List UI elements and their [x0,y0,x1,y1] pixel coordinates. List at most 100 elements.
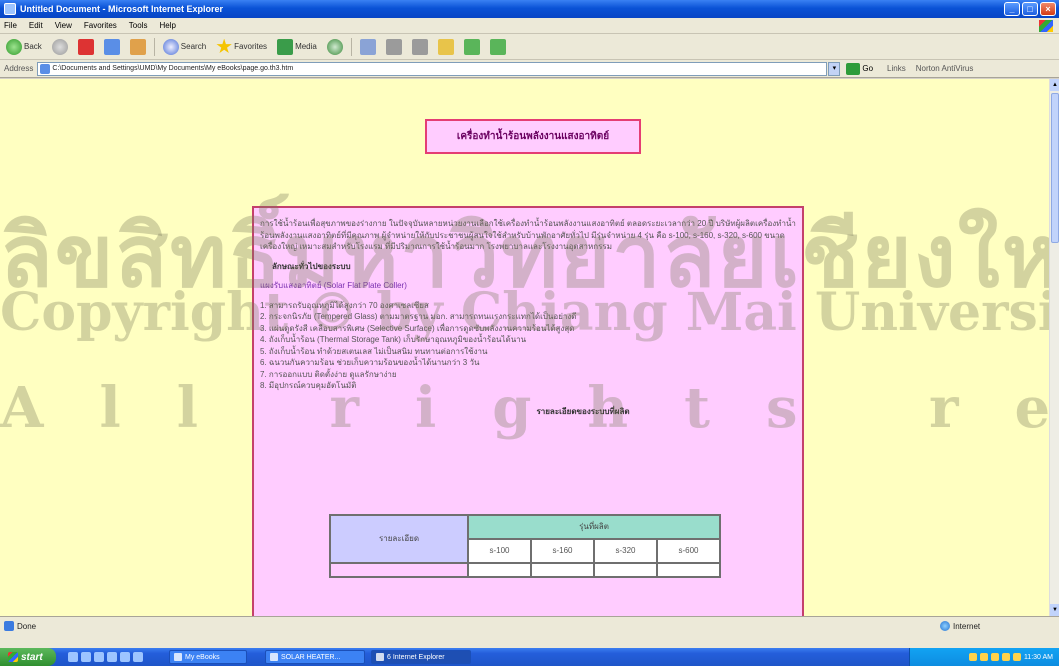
address-dropdown-button[interactable]: ▾ [828,61,841,76]
research-icon [463,38,480,55]
quick-launch-ie-icon[interactable] [68,652,78,662]
printer-icon [385,38,402,55]
page-icon [40,63,51,74]
refresh-icon [103,38,120,55]
favorites-button[interactable]: Favorites [214,37,269,57]
refresh-button[interactable] [102,37,122,57]
quick-launch-media-icon[interactable] [94,652,104,662]
history-icon [326,38,343,55]
edit-button[interactable] [410,37,430,57]
address-input[interactable]: C:\Documents and Settings\UMD\My Documen… [37,61,828,76]
edit-icon [411,38,428,55]
task-label: My eBooks [185,653,220,661]
row-header-cell: รายละเอียด [329,514,469,564]
quick-launch-word-icon[interactable] [120,652,130,662]
forward-button[interactable] [50,37,70,57]
back-button[interactable]: Back [4,37,44,57]
mail-button[interactable] [358,37,378,57]
media-icon [277,38,294,55]
folder-button[interactable] [436,37,456,57]
intro-paragraph: การใช้น้ำร้อนเพื่อสุขภาพของร่างกาย ในปัจ… [260,219,796,251]
media-button[interactable]: Media [275,37,319,57]
list-item: 4. ถังเก็บน้ำร้อน (Thermal Storage Tank)… [260,335,527,344]
scroll-up-button[interactable]: ▲ [1050,79,1059,91]
minimize-button[interactable]: _ [1004,2,1020,16]
address-label: Address [4,64,34,73]
links-button[interactable]: Links [887,64,906,73]
menu-view[interactable]: View [55,21,72,30]
go-arrow-icon [846,62,861,75]
vertical-scrollbar[interactable]: ▲ ▼ [1049,79,1059,616]
window-title: Untitled Document - Microsoft Internet E… [20,4,224,14]
norton-antivirus-button[interactable]: Norton AntiVirus [916,64,974,73]
menu-edit[interactable]: Edit [29,21,43,30]
sub-heading: แผงรับแสงอาทิตย์ (Solar Flat Plate Colle… [260,281,407,290]
address-bar: Address C:\Documents and Settings\UMD\My… [0,60,1059,78]
menu-help[interactable]: Help [159,21,175,30]
clock[interactable]: 11:30 AM [1024,654,1053,661]
search-label: Search [180,42,207,51]
task-button-document[interactable]: SOLAR HEATER... [265,650,365,664]
word-icon [270,653,278,661]
section-heading: ลักษณะทั่วไปของระบบ [272,261,351,271]
window-titlebar[interactable]: Untitled Document - Microsoft Internet E… [0,0,1059,18]
folder-icon [174,653,182,661]
menu-bar: File Edit View Favorites Tools Help [0,18,1059,34]
stop-icon [77,38,94,55]
table-cell [467,562,532,578]
menu-file[interactable]: File [4,21,17,30]
messenger-button[interactable] [488,37,508,57]
content-panel: การใช้น้ำร้อนเพื่อสุขภาพของร่างกาย ในปัจ… [252,206,804,616]
table-row: รายละเอียด รุ่นที่ผลิต [329,514,721,564]
task-label: 6 Internet Explorer [387,653,445,661]
scroll-thumb[interactable] [1051,93,1059,243]
search-button[interactable]: Search [161,37,208,57]
page-title: เครื่องทำน้ำร้อนพลังงานแสงอาทิตย์ [425,119,641,154]
quick-launch [68,652,143,662]
tray-icon[interactable] [1001,653,1010,661]
task-button-internet-explorer[interactable]: 6 Internet Explorer [371,650,471,664]
tray-icon[interactable] [979,653,988,661]
windows-flag-icon [1039,20,1053,32]
menu-tools[interactable]: Tools [129,21,148,30]
start-button[interactable]: start [0,648,56,666]
close-button[interactable]: × [1040,2,1056,16]
stop-button[interactable] [76,37,96,57]
folder-icon [437,38,454,55]
toolbar-separator [350,37,352,56]
list-item: 6. ฉนวนกันความร้อน ช่วยเก็บความร้อนของน้… [260,358,480,367]
model-header-cell: s-100 [467,538,532,564]
page-done-icon [4,621,14,631]
list-item: 2. กระจกนิรภัย (Tempered Glass) ตามมาตรฐ… [260,312,577,321]
mail-icon [359,38,376,55]
ie-icon [376,653,384,661]
address-value: C:\Documents and Settings\UMD\My Documen… [52,64,294,72]
task-button-my-ebooks[interactable]: My eBooks [169,650,247,664]
maximize-button[interactable]: □ [1022,2,1038,16]
search-icon [162,38,179,55]
home-button[interactable] [128,37,148,57]
forward-arrow-icon [51,38,68,55]
research-button[interactable] [462,37,482,57]
tray-icon[interactable] [1012,653,1021,661]
quick-launch-excel-icon[interactable] [133,652,143,662]
menu-favorites[interactable]: Favorites [84,21,117,30]
messenger-icon [489,38,506,55]
go-button[interactable]: Go [846,62,873,75]
print-button[interactable] [384,37,404,57]
model-header-cell: s-160 [530,538,595,564]
tray-icon[interactable] [990,653,999,661]
list-item: 8. มีอุปกรณ์ควบคุมอัตโนมัติ [260,381,357,390]
list-item: 5. ถังเก็บน้ำร้อน ทำด้วยสเตนเลส ไม่เป็นส… [260,346,488,356]
quick-launch-desktop-icon[interactable] [81,652,91,662]
task-label: SOLAR HEATER... [281,653,341,661]
status-text: Done [17,621,37,631]
quick-launch-mail-icon[interactable] [107,652,117,662]
tray-icon[interactable] [968,653,977,661]
security-zone: Internet [940,621,980,631]
model-header-cell: s-600 [656,538,721,564]
table-cell [329,562,469,578]
history-button[interactable] [325,37,345,57]
table-cell [530,562,595,578]
scroll-down-button[interactable]: ▼ [1050,604,1059,616]
